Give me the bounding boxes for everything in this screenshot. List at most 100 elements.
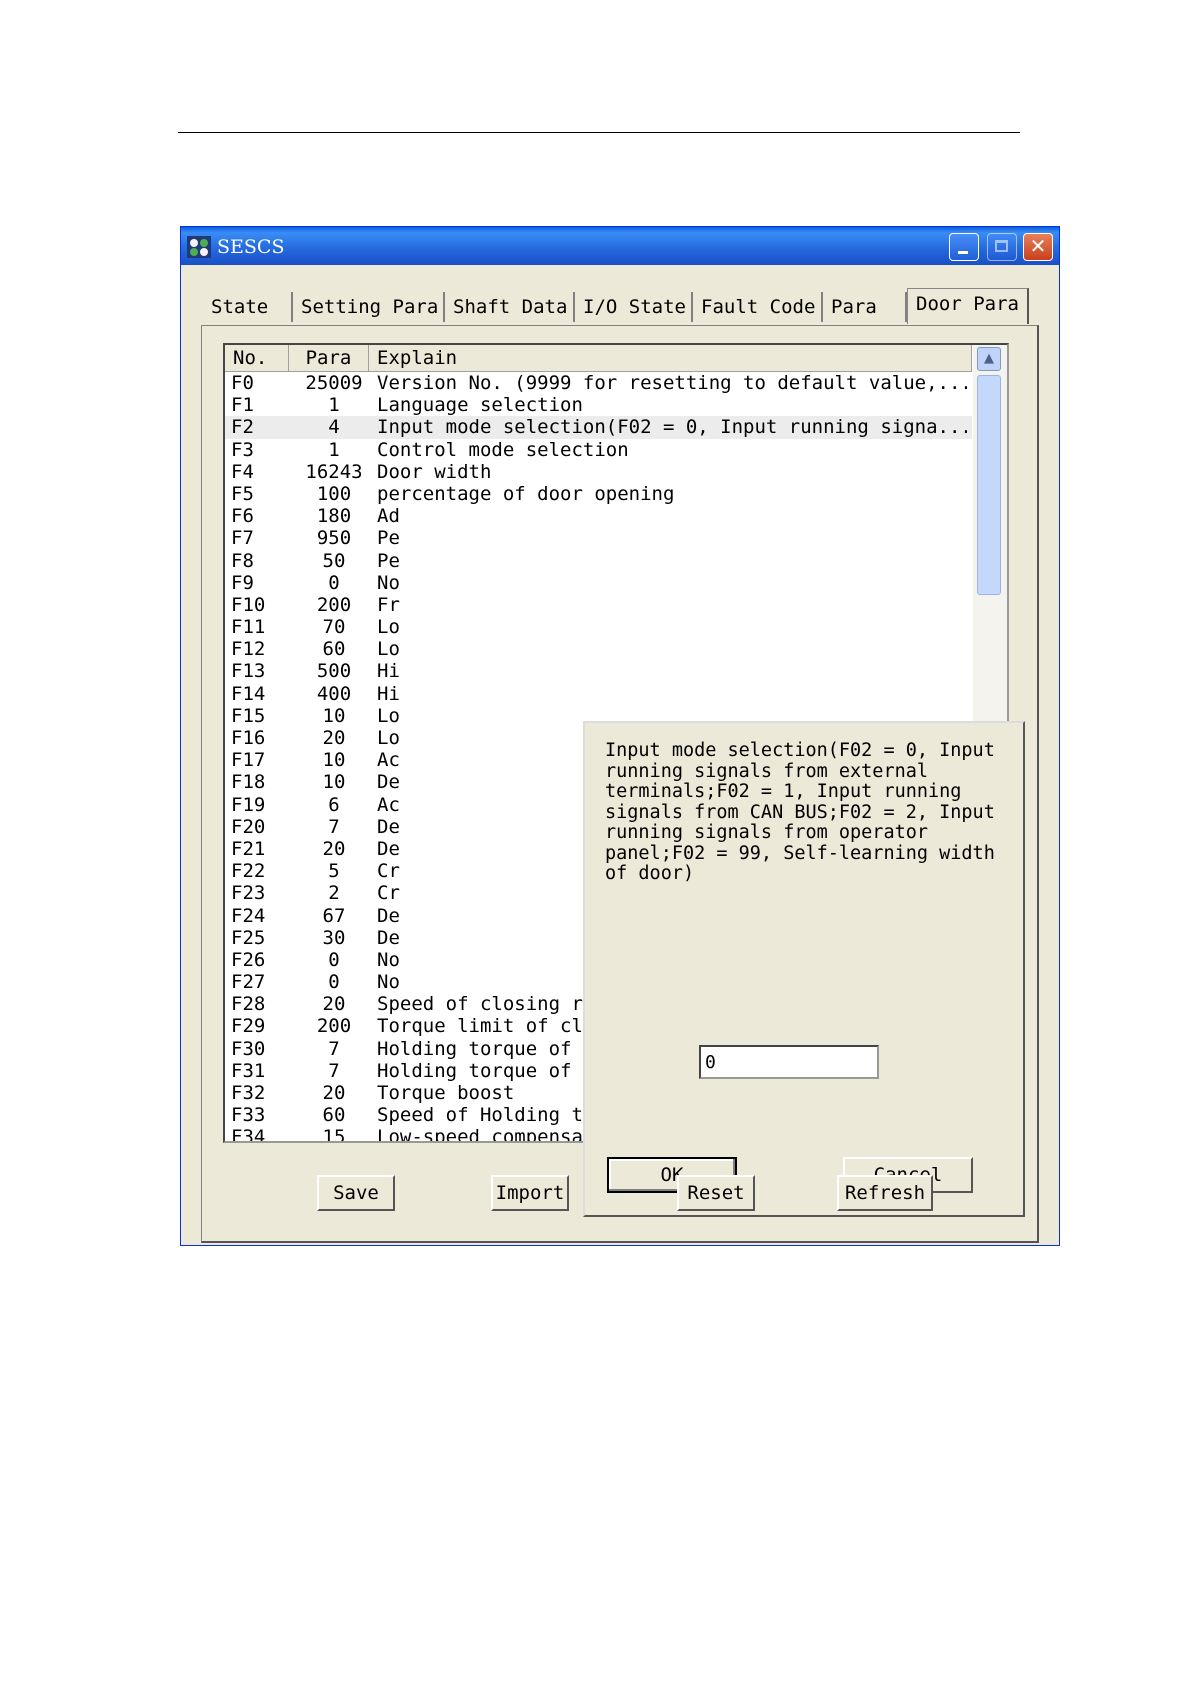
row-no: F3 — [231, 438, 254, 461]
row-no: F2 — [231, 416, 254, 439]
row-no: F34 — [231, 1126, 266, 1143]
row-para: 7 — [328, 1037, 340, 1060]
table-row[interactable]: F6 180 Ad — [225, 505, 972, 527]
row-para: 200 — [316, 1015, 352, 1038]
tab-state[interactable]: State — [203, 292, 293, 322]
row-no: F28 — [231, 993, 266, 1016]
row-para: 950 — [316, 527, 352, 550]
row-para: 25009 — [305, 372, 363, 394]
row-para: 100 — [316, 482, 352, 505]
header-no[interactable]: No. — [225, 345, 289, 371]
table-row[interactable]: F0 25009 Version No. (9999 for resetting t… — [225, 372, 972, 394]
table-row[interactable]: F4 16243 Door width — [225, 461, 972, 483]
row-no: F7 — [231, 527, 254, 550]
row-para: 20 — [322, 993, 346, 1016]
dialog-description: Input mode selection(F02 = 0, Input runn… — [605, 740, 995, 884]
header-explain[interactable]: Explain — [369, 345, 972, 371]
row-para: 16243 — [305, 460, 363, 483]
row-no: F19 — [231, 793, 266, 816]
row-para: 60 — [322, 1104, 346, 1127]
header-para[interactable]: Para — [289, 345, 369, 371]
row-para: 0 — [328, 971, 340, 994]
table-row[interactable]: F1 1 Language selection — [225, 394, 972, 416]
row-para: 50 — [322, 549, 346, 572]
row-explain: Hi — [377, 660, 400, 683]
row-no: F6 — [231, 505, 254, 528]
row-para: 10 — [322, 771, 346, 794]
row-no: F12 — [231, 638, 266, 661]
row-explain: percentage of door opening — [377, 482, 675, 505]
row-no: F11 — [231, 616, 266, 639]
row-no: F27 — [231, 971, 266, 994]
row-no: F4 — [231, 460, 254, 483]
row-para: 180 — [316, 505, 352, 528]
row-no: F33 — [231, 1104, 266, 1127]
table-row[interactable]: F12 60 Lo — [225, 638, 972, 660]
title-bar[interactable]: SESCS ✕ — [181, 227, 1059, 265]
reset-button[interactable]: Reset — [677, 1175, 755, 1211]
row-para: 10 — [322, 704, 346, 727]
close-button[interactable]: ✕ — [1023, 233, 1053, 261]
close-icon: ✕ — [1029, 234, 1047, 258]
tab-fault-code[interactable]: Fault Code — [693, 292, 823, 322]
row-no: F30 — [231, 1037, 266, 1060]
row-no: F21 — [231, 837, 266, 860]
row-explain: Fr — [377, 593, 400, 616]
row-explain: Version No. (9999 for resetting to defau… — [377, 372, 967, 394]
table-row[interactable]: F8 50 Pe — [225, 550, 972, 572]
table-row[interactable]: F3 1 Control mode selection — [225, 439, 972, 461]
table-row[interactable]: F14 400 Hi — [225, 683, 972, 705]
row-para: 30 — [322, 926, 346, 949]
table-row[interactable]: F7 950 Pe — [225, 527, 972, 549]
row-para: 60 — [322, 638, 346, 661]
row-para: 7 — [328, 1059, 340, 1082]
row-no: F14 — [231, 682, 266, 705]
table-row[interactable]: F5 100 percentage of door opening — [225, 483, 972, 505]
row-para: 20 — [322, 837, 346, 860]
row-no: F24 — [231, 904, 266, 927]
row-explain: No — [377, 571, 400, 594]
row-explain: Pe — [377, 549, 400, 572]
save-button[interactable]: Save — [317, 1175, 395, 1211]
tab-io-state[interactable]: I/O State — [575, 292, 693, 322]
row-para: 5 — [328, 860, 340, 883]
row-no: F22 — [231, 860, 266, 883]
maximize-button[interactable] — [987, 233, 1017, 261]
row-para: 1 — [328, 394, 340, 417]
row-explain: Lo — [377, 616, 400, 639]
scroll-up-button[interactable]: ▲ — [977, 347, 1001, 371]
row-para: 10 — [322, 749, 346, 772]
tab-setting-para[interactable]: Setting Para — [293, 292, 445, 322]
row-para: 500 — [316, 660, 352, 683]
refresh-button[interactable]: Refresh — [837, 1175, 933, 1211]
table-row[interactable]: F11 70 Lo — [225, 616, 972, 638]
table-row[interactable]: F10 200 Fr — [225, 594, 972, 616]
table-row[interactable]: F13 500 Hi — [225, 660, 972, 682]
row-no: F13 — [231, 660, 266, 683]
row-no: F20 — [231, 815, 266, 838]
chevron-up-icon: ▲ — [984, 351, 994, 366]
parameter-edit-dialog: Input mode selection(F02 = 0, Input runn… — [583, 721, 1025, 1217]
row-para: 7 — [328, 815, 340, 838]
tab-para[interactable]: Para — [823, 292, 907, 322]
tab-shaft-data[interactable]: Shaft Data — [445, 292, 575, 322]
table-row[interactable]: F2 4 Input mode selection(F02 = 0, Input r… — [225, 416, 972, 439]
row-no: F1 — [231, 394, 254, 417]
row-no: F8 — [231, 549, 254, 572]
parameter-value-input[interactable] — [699, 1045, 879, 1079]
import-button[interactable]: Import — [491, 1175, 569, 1211]
row-explain: Input mode selection(F02 = 0, Input runn… — [377, 416, 967, 439]
row-para: 20 — [322, 727, 346, 749]
minimize-button[interactable] — [949, 233, 979, 261]
page-header-rule — [178, 132, 1020, 133]
row-no: F31 — [231, 1059, 266, 1082]
tab-door-para[interactable]: Door Para — [907, 288, 1029, 324]
list-header: No. Para Explain — [225, 345, 972, 372]
row-para: 0 — [328, 571, 340, 594]
row-no: F16 — [231, 727, 266, 749]
row-explain: Ad — [377, 505, 400, 528]
row-para: 6 — [328, 793, 340, 816]
row-explain: Hi — [377, 682, 400, 705]
table-row[interactable]: F9 0 No — [225, 572, 972, 594]
scroll-thumb[interactable] — [977, 375, 1001, 595]
